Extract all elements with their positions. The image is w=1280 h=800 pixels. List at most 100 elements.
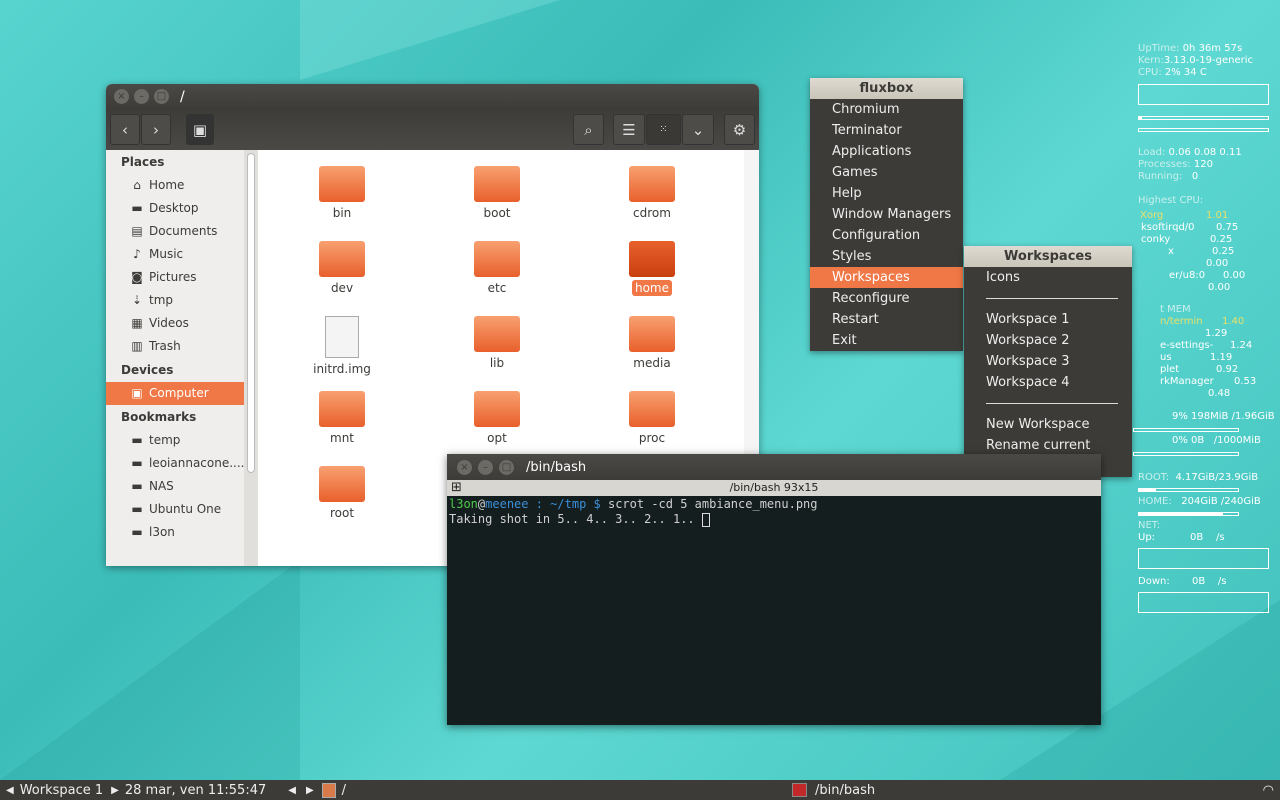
maximize-button[interactable]: □ [154, 89, 169, 104]
terminal-tab[interactable]: /bin/bash 93x15 [447, 480, 1101, 496]
folder-icon [629, 310, 677, 352]
file-item[interactable]: bin [292, 160, 392, 220]
back-button[interactable]: ‹ [110, 114, 140, 145]
conky-process-name: plet [1160, 364, 1180, 375]
menu-item-workspace[interactable]: Workspace 3 [964, 351, 1132, 372]
conky-process-value: 0.53 [1234, 376, 1257, 387]
wifi-icon[interactable]: ◠ [1263, 783, 1274, 798]
menu-item-workspace[interactable]: Workspace 1 [964, 309, 1132, 330]
maximize-button[interactable]: □ [499, 459, 514, 475]
file-item[interactable]: proc [602, 385, 702, 445]
folder-icon [319, 235, 367, 277]
menu-item-workspace[interactable]: Workspace 2 [964, 330, 1132, 351]
bookmarks-header: Bookmarks [121, 410, 197, 424]
close-button[interactable]: × [457, 459, 472, 475]
prev-workspace-button[interactable]: ◀ [6, 785, 14, 796]
prev-window-button[interactable]: ◀ [288, 785, 296, 796]
folder-icon [474, 160, 522, 202]
sidebar-scrollbar[interactable] [244, 150, 258, 566]
search-button[interactable]: ⌕ [573, 114, 604, 145]
file-label: lib [489, 356, 505, 370]
menu-item-games[interactable]: Games [810, 162, 963, 183]
sidebar-item-tmp[interactable]: ⇣ tmp [106, 289, 257, 312]
sidebar-item-label: NAS [149, 479, 174, 493]
folder-icon: ▬ [131, 456, 143, 470]
next-workspace-button[interactable]: ▶ [111, 785, 119, 796]
film-icon: ▦ [131, 316, 143, 330]
file-item[interactable]: dev [292, 235, 392, 295]
sidebar-bookmark[interactable]: ▬ leoiannacone.... [106, 452, 257, 475]
conky-uptime: UpTime: 0h 36m 57s [1138, 43, 1243, 54]
terminal-output[interactable]: l3on@meenee : ~/tmp $ scrot -cd 5 ambian… [447, 496, 1101, 528]
sidebar-bookmark[interactable]: ▬ NAS [106, 475, 257, 498]
grid-view-button[interactable]: ⁙ [646, 114, 681, 145]
menu-item-configuration[interactable]: Configuration [810, 225, 963, 246]
settings-button[interactable]: ⚙ [724, 114, 755, 145]
conky-process-value: 0.75 [1216, 222, 1239, 233]
menu-item-action[interactable]: Rename current workspace [964, 435, 1132, 474]
sidebar: Places ⌂ Home ▬ Desktop ▤ Documents ♪ Music ◙ Pic… [106, 150, 258, 566]
menu-item-exit[interactable]: Exit [810, 330, 963, 351]
conky-process-name: n/termin [1160, 316, 1203, 327]
file-item[interactable]: root [292, 460, 392, 520]
menu-item-chromium[interactable]: Chromium [810, 99, 963, 120]
file-item[interactable]: boot [447, 160, 547, 220]
sidebar-item-label: Desktop [149, 201, 199, 215]
sidebar-item-videos[interactable]: ▦ Videos [106, 312, 257, 335]
menu-item-applications[interactable]: Applications [810, 141, 963, 162]
task-terminal[interactable]: /bin/bash [815, 783, 875, 798]
sidebar-item-computer[interactable]: ▣ Computer [106, 382, 257, 405]
sidebar-bookmark[interactable]: ▬ temp [106, 429, 257, 452]
swap-bar [1133, 452, 1239, 456]
close-button[interactable]: × [114, 89, 129, 104]
menu-item-window-managers[interactable]: Window Managers [810, 204, 963, 225]
location-drive-button[interactable]: ▣ [186, 114, 214, 145]
workspace-name[interactable]: Workspace 1 [20, 783, 103, 798]
file-item[interactable]: opt [447, 385, 547, 445]
conky-process-value: 0.48 [1208, 388, 1231, 399]
conky-kernel: Kern:3.13.0-19-generic [1138, 55, 1253, 66]
forward-button[interactable]: › [141, 114, 171, 145]
menu-item-reconfigure[interactable]: Reconfigure [810, 288, 963, 309]
fluxbox-root-menu: fluxbox Chromium Terminator Applications Ga… [810, 78, 963, 351]
sidebar-item-label: Pictures [149, 270, 197, 284]
menu-item-terminator[interactable]: Terminator [810, 120, 963, 141]
file-item[interactable]: etc [447, 235, 547, 295]
sidebar-bookmark[interactable]: ▬ Ubuntu One [106, 498, 257, 521]
minimize-button[interactable]: – [134, 89, 149, 104]
separator [964, 288, 1132, 309]
sidebar-item-trash[interactable]: ▥ Trash [106, 335, 257, 358]
file-item[interactable]: home [602, 235, 702, 296]
file-item[interactable]: lib [447, 310, 547, 370]
drive-icon: ▣ [131, 386, 143, 400]
task-file-manager[interactable]: / [342, 783, 346, 798]
titlebar[interactable]: × – □ /bin/bash [447, 454, 1101, 480]
menu-item-workspaces[interactable]: Workspaces [810, 267, 963, 288]
menu-item-help[interactable]: Help [810, 183, 963, 204]
file-item[interactable]: initrd.img [292, 316, 392, 376]
sidebar-bookmark[interactable]: ▬ l3on [106, 521, 257, 544]
file-item[interactable]: cdrom [602, 160, 702, 220]
titlebar[interactable]: × – □ / [106, 84, 759, 109]
menu-item-styles[interactable]: Styles [810, 246, 963, 267]
menu-item-restart[interactable]: Restart [810, 309, 963, 330]
list-view-button[interactable]: ☰ [613, 114, 645, 145]
sidebar-item-documents[interactable]: ▤ Documents [106, 220, 257, 243]
sidebar-item-music[interactable]: ♪ Music [106, 243, 257, 266]
next-window-button[interactable]: ▶ [306, 785, 314, 796]
camera-icon: ◙ [131, 270, 143, 284]
sidebar-item-label: Documents [149, 224, 218, 238]
sidebar-item-home[interactable]: ⌂ Home [106, 174, 257, 197]
folder-icon: ▬ [131, 201, 143, 215]
file-label: initrd.img [313, 362, 371, 376]
file-item[interactable]: mnt [292, 385, 392, 445]
menu-item-action[interactable]: New Workspace [964, 414, 1132, 435]
conky-down: Down: 0B /s [1138, 576, 1227, 587]
menu-item-icons[interactable]: Icons [964, 267, 1132, 288]
view-options-button[interactable]: ⌄ [682, 114, 714, 145]
sidebar-item-desktop[interactable]: ▬ Desktop [106, 197, 257, 220]
menu-item-workspace[interactable]: Workspace 4 [964, 372, 1132, 393]
file-item[interactable]: media [602, 310, 702, 370]
sidebar-item-pictures[interactable]: ◙ Pictures [106, 266, 257, 289]
minimize-button[interactable]: – [478, 459, 493, 475]
